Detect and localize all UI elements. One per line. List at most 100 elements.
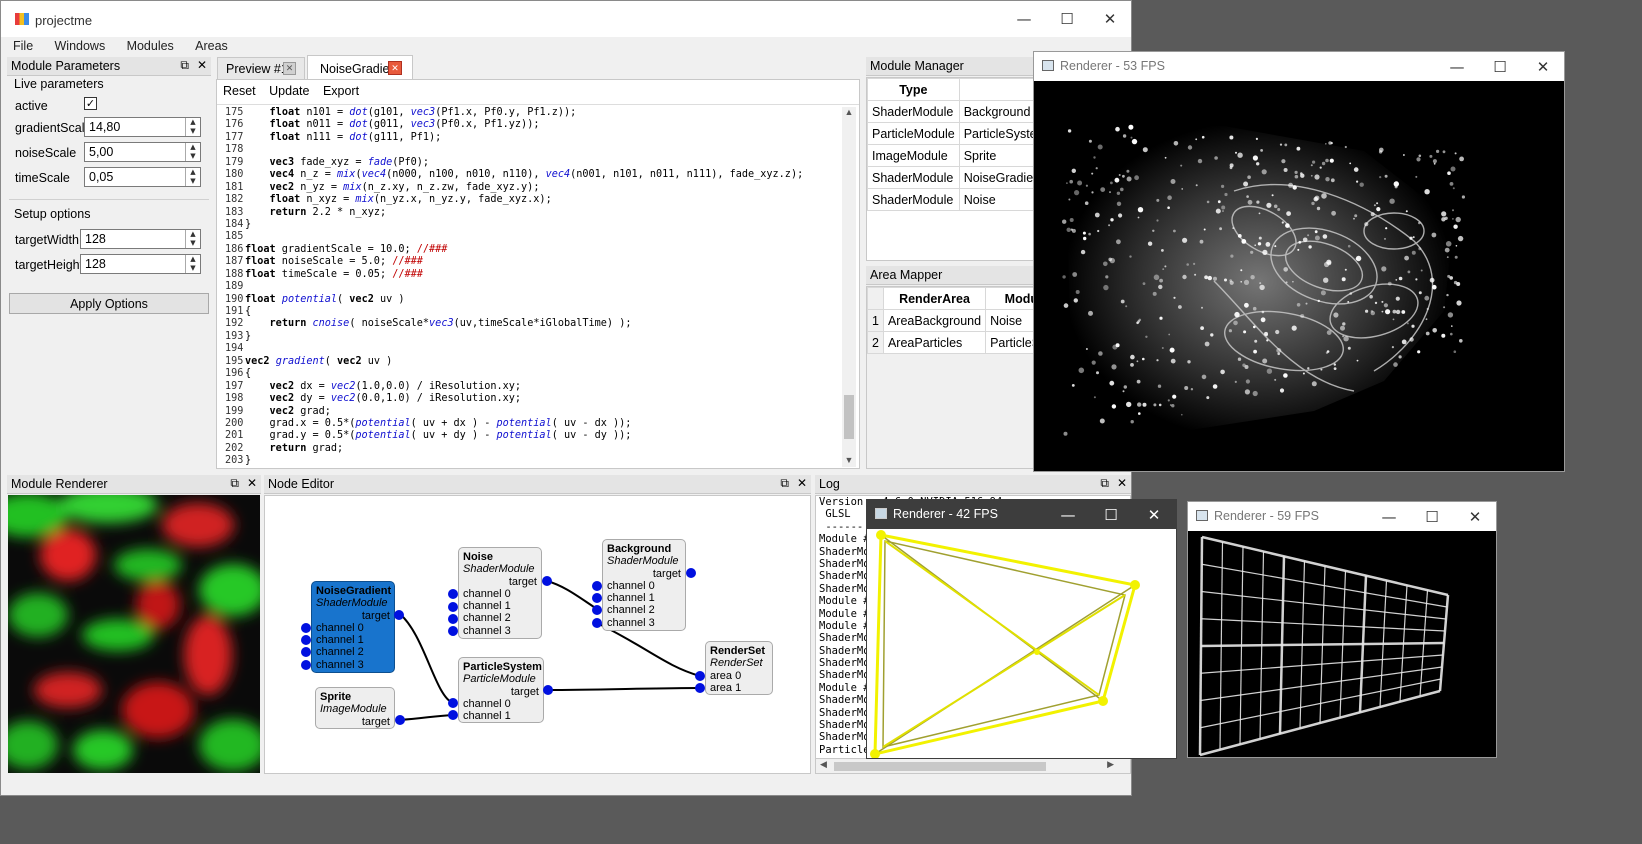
code-line[interactable]: 202 return grad;	[223, 443, 843, 455]
code-line[interactable]: 199 vec2 grad;	[223, 406, 843, 418]
table-row[interactable]: ParticleModuleParticleSystem	[867, 122, 1035, 145]
noisescale-input[interactable]: 5,00 ▲ ▼	[84, 142, 201, 162]
code-line[interactable]: 187 float noiseScale = 5.0; //###	[223, 256, 843, 268]
log-hscrollbar[interactable]: ◀ ▶	[815, 758, 1131, 774]
float-icon[interactable]: ⧉	[180, 58, 189, 72]
menu-areas[interactable]: Areas	[195, 39, 228, 53]
node-sprite[interactable]: Sprite ImageModule target	[315, 687, 395, 729]
targetwidth-input[interactable]: 128 ▲ ▼	[80, 229, 201, 249]
update-button[interactable]: Update	[269, 84, 309, 98]
menu-file[interactable]: File	[13, 39, 33, 53]
minimize-button[interactable]: —	[1045, 500, 1091, 530]
port-output[interactable]	[543, 685, 553, 695]
code-line[interactable]: 183 return 2.2 * n_xyz;	[223, 207, 843, 219]
code-line[interactable]: 181 vec2 n_yz = mix(n_z.xy, n_z.zw, fade…	[223, 182, 843, 194]
port-input[interactable]	[301, 623, 311, 633]
scroll-right-icon[interactable]: ▶	[1107, 759, 1114, 770]
port-input[interactable]	[592, 605, 602, 615]
spinner-arrows-icon[interactable]: ▲ ▼	[185, 168, 200, 186]
menu-windows[interactable]: Windows	[55, 39, 106, 53]
port-input[interactable]	[448, 626, 458, 636]
port-input[interactable]	[448, 710, 458, 720]
port-input[interactable]	[448, 614, 458, 624]
close-dock-icon[interactable]: ✕	[247, 476, 257, 490]
scroll-up-icon[interactable]: ▲	[842, 107, 856, 117]
tab-preview[interactable]: Preview #1 ✕	[217, 57, 305, 79]
port-output[interactable]	[394, 610, 404, 620]
spinner-arrows-icon[interactable]: ▲ ▼	[185, 230, 200, 248]
node-particlesystem[interactable]: ParticleSystem ParticleModule target cha…	[458, 657, 544, 723]
float-icon[interactable]: ⧉	[1100, 476, 1109, 490]
port-output[interactable]	[542, 576, 552, 586]
am-header-module[interactable]: Module	[985, 287, 1035, 310]
code-line[interactable]: 177 float n111 = dot(g111, Pf1);	[223, 132, 843, 144]
gradientscale-input[interactable]: 14,80 ▲ ▼	[84, 117, 201, 137]
mm-header-type[interactable]: Type	[867, 78, 960, 101]
code-line[interactable]: 180 vec4 n_z = mix(vec4(n000, n100, n010…	[223, 169, 843, 181]
port-input[interactable]	[695, 683, 705, 693]
code-line[interactable]: 198 vec2 dy = vec2(0.0,1.0) / iResolutio…	[223, 393, 843, 405]
code-line[interactable]: 203}	[223, 455, 843, 467]
close-dock-icon[interactable]: ✕	[197, 58, 207, 72]
code-line[interactable]: 178	[223, 144, 843, 156]
timescale-input[interactable]: 0,05 ▲ ▼	[84, 167, 201, 187]
port-input[interactable]	[301, 647, 311, 657]
table-row[interactable]: ShaderModule Noise	[867, 188, 1035, 211]
float-icon[interactable]: ⧉	[230, 476, 239, 490]
port-input[interactable]	[301, 635, 311, 645]
close-dock-icon[interactable]: ✕	[797, 476, 807, 490]
close-button[interactable]: ✕	[1452, 502, 1498, 532]
spinner-arrows-icon[interactable]: ▲ ▼	[185, 255, 200, 273]
tab-close-active-icon[interactable]: ✕	[388, 61, 402, 75]
port-input[interactable]	[448, 589, 458, 599]
scroll-left-icon[interactable]: ◀	[820, 759, 827, 770]
code-line[interactable]: 185	[223, 231, 843, 243]
code-editor[interactable]: 175 float n101 = dot(g101, vec3(Pf1.x, P…	[223, 107, 843, 467]
node-editor-canvas[interactable]: NoiseGradient ShaderModule target channe…	[264, 495, 811, 774]
table-row[interactable]: 1 AreaBackground Noise	[867, 309, 1035, 332]
am-header-renderarea[interactable]: RenderArea	[882, 287, 987, 310]
tab-close-icon[interactable]: ✕	[283, 62, 296, 75]
menu-modules[interactable]: Modules	[127, 39, 174, 53]
spinner-arrows-icon[interactable]: ▲ ▼	[185, 143, 200, 161]
code-line[interactable]: 179 vec3 fade_xyz = fade(Pf0);	[223, 157, 843, 169]
code-line[interactable]: 186 float gradientScale = 10.0; //###	[223, 244, 843, 256]
code-line[interactable]: 190 float potential( vec2 uv )	[223, 294, 843, 306]
scroll-down-icon[interactable]: ▼	[842, 455, 856, 465]
code-line[interactable]: 194	[223, 343, 843, 355]
code-line[interactable]: 193}	[223, 331, 843, 343]
targetheight-input[interactable]: 128 ▲ ▼	[80, 254, 201, 274]
table-row[interactable]: 2AreaParticlesParticleSyste	[867, 331, 1035, 354]
code-line[interactable]: 176 float n011 = dot(g011, vec3(Pf0.x, P…	[223, 119, 843, 131]
code-line[interactable]: 191{	[223, 306, 843, 318]
code-line[interactable]: 192 return cnoise( noiseScale*vec3(uv,ti…	[223, 318, 843, 330]
minimize-button[interactable]: —	[1366, 502, 1412, 532]
export-button[interactable]: Export	[323, 84, 359, 98]
close-button[interactable]: ✕	[1131, 500, 1177, 530]
code-line[interactable]: 197 vec2 dx = vec2(1.0,0.0) / iResolutio…	[223, 381, 843, 393]
active-checkbox[interactable]: ✓	[84, 97, 97, 110]
port-input[interactable]	[695, 671, 705, 681]
float-icon[interactable]: ⧉	[780, 476, 789, 490]
table-row[interactable]: ImageModule Sprite	[867, 144, 1035, 167]
code-line[interactable]: 201 grad.y = 0.5*(potential( uv + dy ) -…	[223, 430, 843, 442]
code-line[interactable]: 200 grad.x = 0.5*(potential( uv + dx ) -…	[223, 418, 843, 430]
close-button[interactable]: ✕	[1520, 52, 1566, 82]
port-output[interactable]	[686, 568, 696, 578]
close-dock-icon[interactable]: ✕	[1117, 476, 1127, 490]
node-renderset[interactable]: RenderSet RenderSet area 0 area 1	[705, 641, 773, 695]
reset-button[interactable]: Reset	[223, 84, 256, 98]
maximize-button[interactable]: ☐	[1044, 4, 1090, 34]
maximize-button[interactable]: ☐	[1477, 52, 1523, 82]
apply-options-button[interactable]: Apply Options	[9, 293, 209, 314]
port-input[interactable]	[592, 618, 602, 628]
code-line[interactable]: 175 float n101 = dot(g101, vec3(Pf1.x, P…	[223, 107, 843, 119]
table-row[interactable]: ShaderModule Background	[867, 100, 1035, 123]
tab-noisegradient[interactable]: NoiseGradient ✕	[307, 55, 413, 80]
node-background[interactable]: Background ShaderModule target channel 0…	[602, 539, 686, 631]
table-row[interactable]: ShaderModule NoiseGradient	[867, 166, 1035, 189]
mm-header-name[interactable]: N	[958, 78, 1035, 101]
code-line[interactable]: 195 vec2 gradient( vec2 uv )	[223, 356, 843, 368]
log-scroll-thumb[interactable]	[834, 762, 1046, 771]
port-input[interactable]	[592, 581, 602, 591]
